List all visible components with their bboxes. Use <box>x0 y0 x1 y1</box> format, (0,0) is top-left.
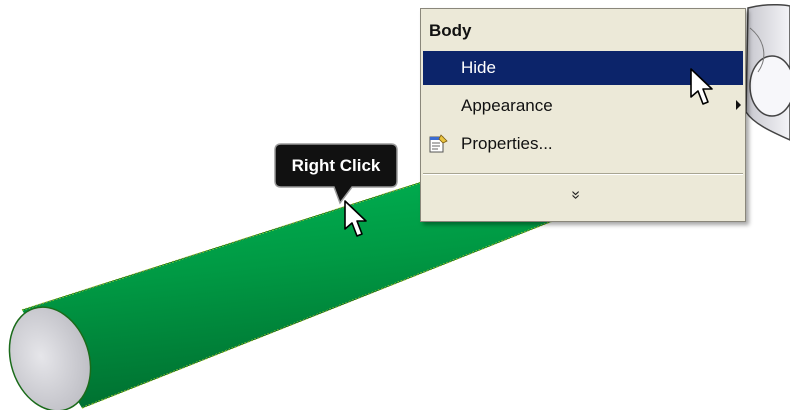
menu-cursor-icon <box>690 68 713 105</box>
context-menu: Body Hide Appearance Properties... » <box>420 8 746 222</box>
mouse-cursor-icon <box>344 200 367 237</box>
menu-item-label: Properties... <box>461 134 553 153</box>
menu-item-properties[interactable]: Properties... <box>423 127 743 161</box>
background-part[interactable] <box>745 3 790 141</box>
menu-header: Body <box>429 21 472 40</box>
submenu-arrow-icon <box>736 100 741 110</box>
menu-separator <box>423 173 743 175</box>
tooltip-label: Right Click <box>291 156 381 175</box>
properties-icon <box>429 134 448 153</box>
right-click-tooltip: Right Click <box>274 143 398 205</box>
expand-chevron-icon[interactable]: » <box>567 191 584 200</box>
menu-item-label: Appearance <box>461 96 553 115</box>
menu-item-label: Hide <box>461 58 496 77</box>
